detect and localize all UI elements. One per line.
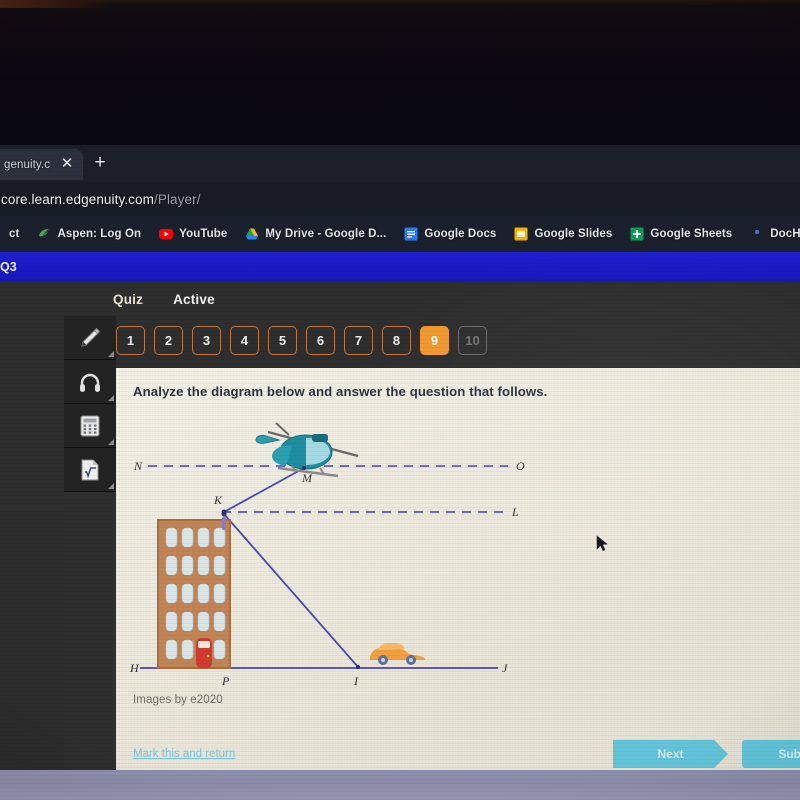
bookmark-label: Google Sheets — [650, 228, 733, 240]
address-bar[interactable]: core.learn.edgenuity.com/Player/ — [0, 182, 800, 216]
vertex-I — [356, 665, 360, 669]
label-K: K — [213, 493, 223, 507]
question-number-6[interactable]: 6 — [306, 326, 335, 355]
label-P: P — [221, 674, 230, 688]
segment-KM — [223, 467, 305, 513]
helicopter-icon — [255, 422, 359, 478]
tool-button-pencil[interactable] — [64, 316, 116, 360]
label-O: O — [516, 459, 525, 473]
image-credit: Images by e2020 — [133, 694, 223, 706]
google-drive-icon — [246, 228, 259, 240]
monitor-bezel-top — [0, 0, 800, 145]
bookmark-item[interactable]: Aspen: Log On — [28, 216, 150, 252]
address-path: /Player/ — [153, 191, 201, 207]
headphones-icon — [80, 373, 100, 392]
label-H: H — [129, 661, 140, 675]
address-host: core.learn.edgenuity.com — [1, 191, 154, 207]
question-number-2[interactable]: 2 — [154, 326, 183, 355]
vertex-K — [221, 509, 227, 515]
bookmark-item[interactable]: Google Slides — [505, 216, 621, 252]
question-number-list: 1 2 3 4 5 6 7 8 9 10 — [116, 326, 487, 355]
question-prompt: Analyze the diagram below and answer the… — [133, 384, 548, 399]
bookmark-label: ct — [9, 228, 20, 240]
question-number-8[interactable]: 8 — [382, 326, 411, 355]
app-header-bar: Q3 — [0, 252, 800, 282]
label-L: L — [511, 505, 519, 519]
google-docs-icon — [404, 227, 418, 241]
bookmark-item[interactable]: DocHub — [741, 216, 800, 252]
left-panel-lower — [0, 510, 64, 770]
leaf-icon — [39, 229, 50, 237]
label-I: I — [353, 674, 359, 688]
question-number-5[interactable]: 5 — [268, 326, 297, 355]
formula-sheet-icon — [81, 459, 99, 480]
bookmark-label: Google Slides — [534, 228, 613, 240]
bookmark-label: Aspen: Log On — [57, 228, 142, 240]
bookmark-item[interactable]: YouTube — [150, 216, 236, 252]
bookmark-label: DocHub — [770, 228, 800, 240]
bookmark-label: Google Docs — [424, 228, 497, 240]
geometry-diagram: N O M K L H P I J — [126, 410, 546, 690]
youtube-icon — [159, 229, 174, 239]
tool-rail — [64, 316, 116, 492]
tab-active[interactable]: Active — [173, 292, 215, 307]
app-header-title: Q3 — [0, 260, 17, 274]
dochub-icon — [755, 230, 760, 234]
building-icon — [157, 519, 231, 669]
address-bar-url: core.learn.edgenuity.com/Player/ — [0, 192, 201, 207]
tool-button-calculator[interactable] — [64, 404, 116, 448]
vertex-M — [302, 466, 306, 470]
bookmark-item[interactable]: ct — [0, 216, 28, 252]
close-icon[interactable]: ✕ — [56, 153, 78, 175]
question-number-9[interactable]: 9 — [420, 326, 449, 355]
car-icon — [370, 643, 425, 665]
diagram-svg: N O M K L H P I J — [129, 422, 525, 688]
google-sheets-icon — [630, 227, 644, 241]
label-N: N — [133, 459, 143, 473]
quiz-tab-group: Quiz Active — [113, 292, 215, 307]
question-number-1[interactable]: 1 — [116, 326, 145, 355]
question-number-3[interactable]: 3 — [192, 326, 221, 355]
pencil-icon — [81, 327, 101, 347]
bookmark-item[interactable]: Google Docs — [395, 216, 505, 252]
screenshot-root: genuity.c ✕ + core.learn.edgenuity.com/P… — [0, 0, 800, 800]
tab-quiz[interactable]: Quiz — [113, 292, 143, 307]
google-slides-icon — [514, 227, 528, 241]
bookmark-label: My Drive - Google D... — [265, 228, 387, 240]
browser-tabstrip — [0, 145, 800, 182]
label-J: J — [502, 661, 508, 675]
bookmark-label: YouTube — [179, 228, 228, 240]
question-number-7[interactable]: 7 — [344, 326, 373, 355]
bookmarks-bar: ct Aspen: Log On YouTube My Drive - Goog… — [0, 216, 800, 252]
bookmark-item[interactable]: Google Sheets — [621, 216, 741, 252]
tool-button-headphones[interactable] — [64, 360, 116, 404]
mouse-cursor — [596, 535, 608, 552]
desktop-bottom-bar — [0, 770, 800, 800]
question-sheet: Analyze the diagram below and answer the… — [116, 368, 800, 770]
question-number-10: 10 — [458, 326, 487, 355]
next-button[interactable]: Next — [613, 740, 728, 768]
mark-this-and-return-link[interactable]: Mark this and return — [133, 748, 235, 760]
segment-KI — [223, 513, 359, 668]
submit-button[interactable]: Subr — [742, 740, 800, 768]
plus-icon[interactable]: + — [88, 151, 112, 175]
bookmark-item[interactable]: My Drive - Google D... — [236, 216, 395, 252]
label-M: M — [301, 471, 313, 485]
browser-tab-title: genuity.c — [4, 158, 51, 171]
tool-button-formula-sheet[interactable] — [64, 448, 116, 492]
calculator-icon — [80, 415, 100, 436]
question-number-4[interactable]: 4 — [230, 326, 259, 355]
